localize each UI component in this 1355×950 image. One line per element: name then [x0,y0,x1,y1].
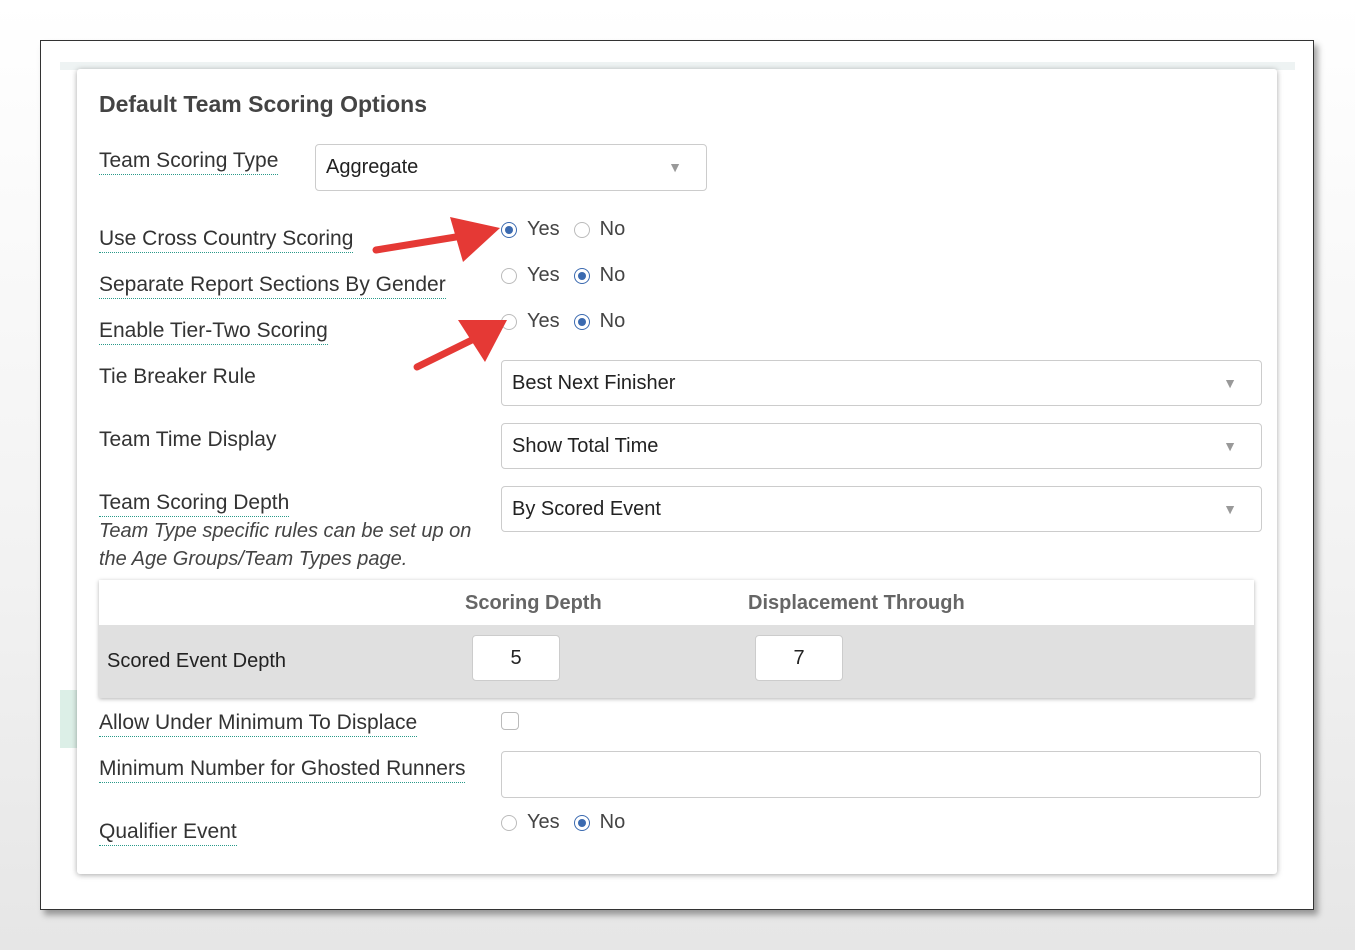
allow-under-min-checkbox[interactable] [501,712,519,730]
qualifier-label: Qualifier Event [99,819,237,846]
min-ghosted-input[interactable] [501,751,1261,798]
cross-country-no-radio[interactable] [573,221,590,238]
background-tab-strip [60,690,78,748]
scoring-depth-value: By Scored Event [512,497,661,520]
cross-country-no-label[interactable]: No [600,218,626,241]
scoring-depth-table: Scoring Depth Displacement Through Score… [99,580,1254,698]
scoring-depth-input[interactable]: 5 [472,635,560,681]
cross-country-yes-label[interactable]: Yes [527,218,560,241]
team-scoring-type-label: Team Scoring Type [99,148,279,175]
allow-under-min-label: Allow Under Minimum To Displace [99,710,418,737]
tier-two-no-radio[interactable] [573,313,590,330]
chevron-down-icon: ▼ [668,159,682,175]
scoring-depth-select[interactable]: By Scored Event ▼ [501,486,1262,532]
team-time-display-label: Team Time Display [99,428,277,451]
team-scoring-type-value: Aggregate [326,156,419,178]
qualifier-yes-label[interactable]: Yes [527,811,560,834]
tier-two-radio-group: Yes No [501,310,639,333]
cross-country-label: Use Cross Country Scoring [99,226,354,253]
scoring-depth-label: Team Scoring Depth [99,490,290,517]
separate-gender-yes-label[interactable]: Yes [527,264,560,287]
column-header-displacement: Displacement Through [748,592,965,614]
separate-gender-no-label[interactable]: No [600,264,626,287]
qualifier-radio-group: Yes No [501,811,639,834]
team-scoring-options-dialog: Default Team Scoring Options Team Scorin… [77,69,1277,874]
qualifier-no-radio[interactable] [573,814,590,831]
min-ghosted-label: Minimum Number for Ghosted Runners [99,756,466,783]
cross-country-yes-radio[interactable] [501,221,517,238]
separate-gender-radio-group: Yes No [501,264,639,287]
tier-two-yes-radio[interactable] [501,313,517,330]
chevron-down-icon: ▼ [1223,501,1237,517]
separate-gender-yes-radio[interactable] [501,267,517,284]
column-header-scoring-depth: Scoring Depth [465,592,602,614]
scored-event-depth-label: Scored Event Depth [107,650,286,672]
separate-gender-no-radio[interactable] [573,267,590,284]
chevron-down-icon: ▼ [1223,438,1237,454]
tie-breaker-select[interactable]: Best Next Finisher ▼ [501,360,1262,406]
tier-two-label: Enable Tier-Two Scoring [99,318,328,345]
tier-two-yes-label[interactable]: Yes [527,310,560,333]
qualifier-yes-radio[interactable] [501,814,517,831]
team-time-display-select[interactable]: Show Total Time ▼ [501,423,1262,469]
dialog-title: Default Team Scoring Options [99,91,427,117]
cross-country-radio-group: Yes No [501,218,639,241]
qualifier-no-label[interactable]: No [600,811,626,834]
scoring-depth-help-text: Team Type specific rules can be set up o… [99,520,472,570]
tie-breaker-value: Best Next Finisher [512,371,676,394]
displacement-through-input[interactable]: 7 [755,635,843,681]
table-row: Scored Event Depth 5 7 [99,625,1254,698]
team-time-display-value: Show Total Time [512,434,659,457]
tier-two-no-label[interactable]: No [600,310,626,333]
chevron-down-icon: ▼ [1223,375,1237,391]
team-scoring-type-select[interactable]: Aggregate ▼ [315,144,707,191]
tie-breaker-label: Tie Breaker Rule [99,365,256,388]
separate-gender-label: Separate Report Sections By Gender [99,272,446,299]
